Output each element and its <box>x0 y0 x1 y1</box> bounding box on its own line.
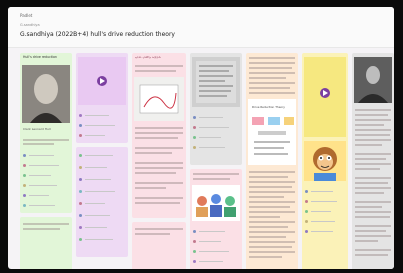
comment-row <box>305 219 345 224</box>
post-card[interactable] <box>76 53 128 143</box>
post-image: Drive Reduction Theory <box>248 99 296 165</box>
comment-row <box>305 189 345 194</box>
post-image <box>134 77 184 121</box>
post-card[interactable]: ஹல் மனித கற்றல் <box>132 53 186 218</box>
board-author[interactable]: G.sandhiya <box>20 23 40 27</box>
illustration-icon <box>139 84 179 114</box>
comment-row <box>79 165 125 170</box>
comment-row <box>79 123 125 128</box>
column-1: Hull's drive reduction Clark Leonard Hul… <box>20 53 72 269</box>
padlet-board: Padlet G.sandhiya G.sandhiya (2022B+4) h… <box>8 7 394 269</box>
comment-row <box>193 145 239 150</box>
post-card[interactable]: Hull's drive reduction Clark Leonard Hul… <box>20 53 72 213</box>
post-card[interactable] <box>20 217 72 269</box>
post-caption: Clark Leonard Hull <box>23 127 51 131</box>
comment-row <box>79 201 125 206</box>
photo-icon <box>354 57 392 103</box>
board-title: G.sandhiya (2022B+4) hull's drive reduct… <box>20 31 175 38</box>
post-image <box>354 57 392 103</box>
column-3: ஹல் மனித கற்றல் <box>132 53 186 269</box>
comment-row <box>193 239 239 244</box>
post-card[interactable] <box>76 147 128 257</box>
comment-row <box>193 249 239 254</box>
post-image <box>192 185 240 221</box>
post-card[interactable] <box>190 53 242 165</box>
column-5: Drive Reduction Theory <box>246 53 298 269</box>
comment-row <box>193 135 239 140</box>
app-brand[interactable]: Padlet <box>20 13 32 18</box>
comment-row <box>193 229 239 234</box>
comment-row <box>79 213 125 218</box>
post-card[interactable] <box>302 53 348 269</box>
diagram-title: Drive Reduction Theory <box>252 105 285 109</box>
post-card[interactable]: Drive Reduction Theory <box>246 53 298 269</box>
comment-row <box>79 237 125 242</box>
post-title: ஹல் மனித கற்றல் <box>135 55 162 59</box>
comment-row <box>79 133 125 138</box>
comment-row <box>79 153 125 158</box>
document-icon <box>196 61 236 103</box>
post-image <box>304 141 346 181</box>
comment-row <box>79 113 125 118</box>
post-image <box>192 57 240 107</box>
comment-row <box>23 173 69 178</box>
post-title: Hull's drive reduction <box>23 55 57 59</box>
comment-row <box>23 203 69 208</box>
comment-row <box>79 177 125 182</box>
column-7 <box>352 53 394 269</box>
comment-row <box>305 209 345 214</box>
board-header: Padlet G.sandhiya G.sandhiya (2022B+4) h… <box>8 7 394 48</box>
column-4 <box>190 53 242 269</box>
comment-row <box>23 163 69 168</box>
video-thumbnail[interactable] <box>304 57 346 137</box>
post-card[interactable] <box>132 222 186 269</box>
post-card[interactable] <box>352 53 394 269</box>
comment-row <box>79 225 125 230</box>
comment-row <box>23 153 69 158</box>
portrait-icon <box>22 65 70 123</box>
comment-row <box>305 229 345 234</box>
cartoon-monkey-icon <box>313 147 337 181</box>
column-6 <box>302 53 348 269</box>
video-thumbnail[interactable] <box>78 57 126 105</box>
comment-row <box>193 259 239 264</box>
comment-row <box>193 115 239 120</box>
comment-row <box>305 199 345 204</box>
post-image <box>22 65 70 123</box>
comment-row <box>23 193 69 198</box>
comment-row <box>79 189 125 194</box>
play-icon <box>97 76 107 86</box>
play-icon <box>320 88 330 98</box>
post-card[interactable] <box>190 169 242 269</box>
comment-row <box>193 125 239 130</box>
column-2 <box>76 53 128 269</box>
comment-row <box>23 183 69 188</box>
illustration-icon <box>196 194 236 217</box>
